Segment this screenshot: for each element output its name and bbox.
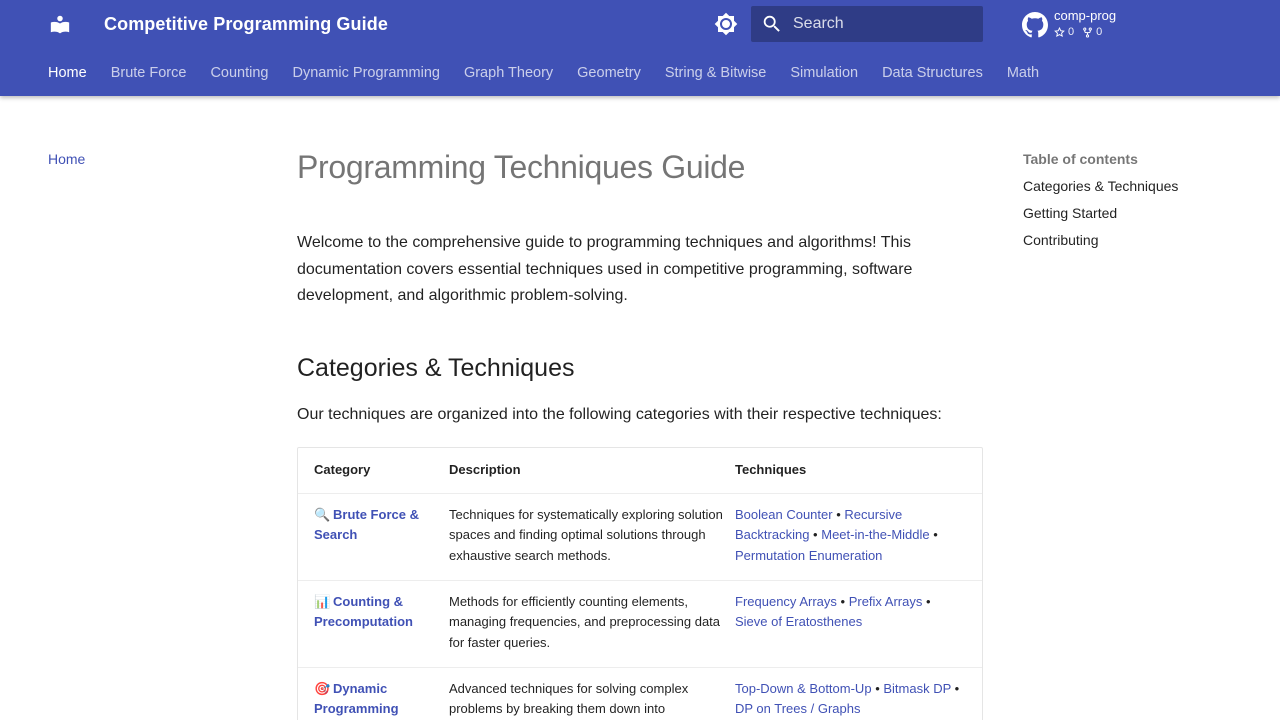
technique-link[interactable]: Sieve of Eratosthenes	[735, 614, 862, 629]
book-logo-icon[interactable]	[49, 13, 71, 35]
techniques-cell: Frequency Arrays • Prefix Arrays • Sieve…	[735, 593, 931, 630]
table-row: 🔍 Brute Force & Search Techniques for sys…	[298, 492, 982, 580]
theme-toggle-sun-icon[interactable]	[714, 12, 738, 36]
tab-geometry[interactable]: Geometry	[577, 62, 641, 86]
sidebar-item-home[interactable]: Home	[48, 149, 85, 169]
magnifier-icon: 🔍	[314, 506, 331, 522]
description-cell: Techniques for systematically exploring …	[449, 506, 723, 563]
section-title: Categories & Techniques	[297, 353, 575, 382]
stars-count: 0	[1068, 26, 1075, 38]
search-icon	[761, 13, 783, 35]
technique-link[interactable]: Meet-in-the-Middle	[821, 527, 929, 542]
bar-chart-icon: 📊	[314, 593, 331, 609]
repo-stars: 0	[1054, 25, 1074, 39]
tab-brute-force[interactable]: Brute Force	[111, 62, 187, 86]
tab-data-structures[interactable]: Data Structures	[882, 62, 983, 86]
column-header-category: Category	[314, 462, 371, 477]
technique-link[interactable]: Boolean Counter	[735, 507, 833, 522]
tab-graph-theory[interactable]: Graph Theory	[464, 62, 553, 86]
search-input[interactable]	[793, 6, 973, 42]
technique-link[interactable]: Top-Down & Bottom-Up	[735, 681, 872, 696]
technique-link[interactable]: Bitmask DP	[883, 681, 951, 696]
technique-link[interactable]: Permutation Enumeration	[735, 548, 882, 563]
category-cell: 📊 Counting & Precomputation	[298, 581, 449, 667]
main-content: Programming Techniques Guide Welcome to …	[297, 148, 983, 720]
repo-stats: 0 0	[1054, 25, 1102, 39]
table-row: 🎯 Dynamic Programming Advanced techniques…	[298, 666, 982, 720]
tab-dynamic-programming[interactable]: Dynamic Programming	[292, 62, 439, 86]
techniques-cell: Top-Down & Bottom-Up • Bitmask DP • DP o…	[735, 680, 960, 717]
star-icon	[1054, 26, 1065, 37]
table-header-row: Category Description Techniques	[298, 448, 982, 493]
repo-link[interactable]: comp-prog 0 0	[1022, 8, 1172, 42]
techniques-cell: Boolean Counter • Recursive Backtracking…	[735, 506, 938, 563]
toc-item-categories[interactable]: Categories & Techniques	[1023, 176, 1233, 196]
category-cell: 🎯 Dynamic Programming	[298, 668, 449, 720]
column-header-description: Description	[449, 462, 521, 477]
tab-string-bitwise[interactable]: String & Bitwise	[665, 62, 767, 86]
tab-home[interactable]: Home	[48, 62, 87, 86]
category-cell: 🔍 Brute Force & Search	[298, 494, 449, 580]
tab-counting[interactable]: Counting	[210, 62, 268, 86]
column-header-techniques: Techniques	[735, 462, 807, 477]
repo-forks: 0	[1082, 25, 1102, 39]
description-cell: Methods for efficiently counting element…	[449, 593, 721, 651]
categories-table: Category Description Techniques 🔍 Brute F…	[297, 446, 983, 720]
repo-name: comp-prog	[1054, 8, 1117, 23]
fork-icon	[1083, 26, 1092, 38]
toc-item-getting-started[interactable]: Getting Started	[1023, 203, 1233, 223]
forks-count: 0	[1096, 26, 1103, 38]
table-row: 📊 Counting & Precomputation Methods for e…	[298, 579, 982, 667]
technique-link[interactable]: Prefix Arrays	[849, 594, 923, 609]
toc-item-contributing[interactable]: Contributing	[1023, 230, 1233, 250]
tab-math[interactable]: Math	[1007, 62, 1039, 86]
github-icon	[1022, 12, 1048, 38]
toc-title: Table of contents	[1023, 151, 1138, 167]
header: Competitive Programming Guide comp-prog …	[0, 0, 1280, 96]
technique-link[interactable]: DP on Trees / Graphs	[735, 701, 861, 716]
search-box[interactable]	[751, 6, 983, 42]
page-title: Programming Techniques Guide	[297, 149, 746, 185]
site-title[interactable]: Competitive Programming Guide	[104, 13, 388, 35]
section-text: Our techniques are organized into the fo…	[297, 405, 942, 423]
intro-paragraph: Welcome to the comprehensive guide to pr…	[297, 234, 913, 304]
description-cell: Advanced techniques for solving complex …	[449, 680, 689, 717]
tab-simulation[interactable]: Simulation	[790, 62, 858, 86]
nav-tabs: Home Brute Force Counting Dynamic Progra…	[48, 62, 1039, 86]
target-icon: 🎯	[314, 680, 331, 696]
table-of-contents: Table of contents Categories & Technique…	[1023, 149, 1233, 257]
technique-link[interactable]: Frequency Arrays	[735, 594, 837, 609]
